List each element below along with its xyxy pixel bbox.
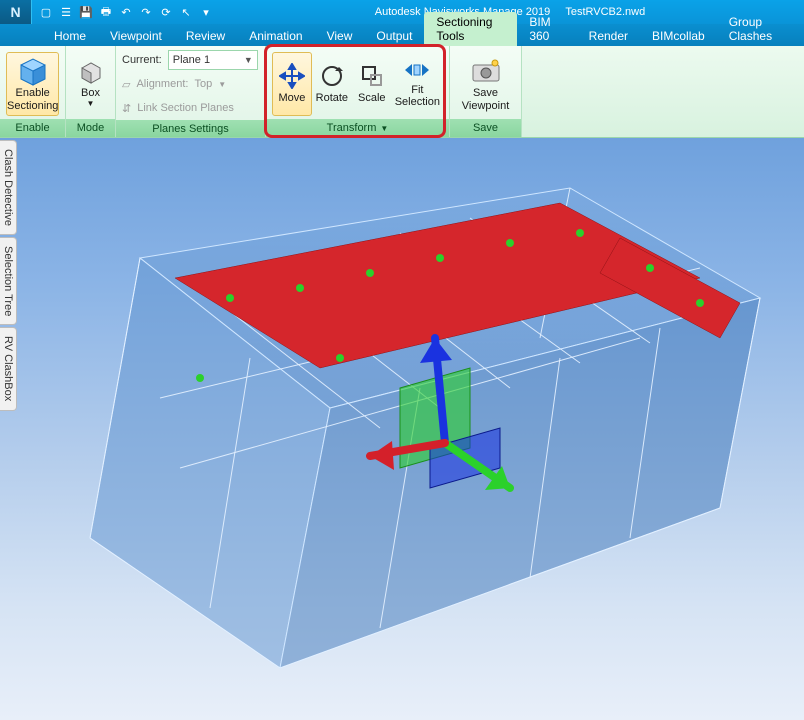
tab-bimcollab[interactable]: BIMcollab: [640, 26, 717, 46]
move-icon: [279, 63, 305, 92]
tab-home[interactable]: Home: [42, 26, 98, 46]
alignment-label: Alignment:: [136, 78, 188, 90]
link-icon: ⇵: [122, 102, 131, 115]
scale-label: Scale: [358, 92, 386, 104]
current-plane-dropdown[interactable]: Plane 1 ▼: [168, 50, 258, 70]
move-button[interactable]: Move: [272, 52, 312, 116]
document-name: TestRVCB2.nwd: [565, 6, 645, 18]
fit-selection-icon: [403, 59, 431, 84]
model-render: [0, 138, 804, 720]
enable-sectioning-label: Enable Sectioning: [7, 87, 58, 111]
tab-viewpoint[interactable]: Viewpoint: [98, 26, 174, 46]
qat-new-icon[interactable]: ▢: [36, 2, 56, 22]
rotate-button[interactable]: Rotate: [312, 52, 352, 116]
qat-open-icon[interactable]: ☰: [56, 2, 76, 22]
fit-selection-label: Fit Selection: [395, 84, 440, 108]
box-mode-button[interactable]: Box ▼: [72, 52, 109, 116]
qat-dropdown-icon[interactable]: ▾: [196, 2, 216, 22]
qat-select-icon[interactable]: ↖: [176, 2, 196, 22]
plane-icon: ▱: [122, 78, 130, 91]
panel-planes-title: Planes Settings: [116, 120, 265, 137]
fit-selection-button[interactable]: Fit Selection: [392, 52, 443, 116]
current-plane-label: Current:: [122, 54, 162, 66]
rotate-icon: [319, 63, 345, 92]
ribbon: Enable Sectioning Enable Box ▼ Mode Curr…: [0, 46, 804, 138]
qat-redo-icon[interactable]: ↷: [136, 2, 156, 22]
scale-button[interactable]: Scale: [352, 52, 392, 116]
title-bar: N ▢ ☰ 💾 🖶 ↶ ↷ ⟳ ↖ ▾ Autodesk Navisworks …: [0, 0, 804, 24]
panel-save-title: Save: [450, 119, 521, 137]
save-viewpoint-button[interactable]: Save Viewpoint: [456, 52, 515, 116]
chevron-down-icon: ▼: [87, 99, 95, 108]
quick-access-toolbar: ▢ ☰ 💾 🖶 ↶ ↷ ⟳ ↖ ▾: [36, 2, 216, 22]
rotate-label: Rotate: [316, 92, 348, 104]
move-label: Move: [279, 92, 306, 104]
sectioning-icon: [17, 55, 49, 87]
qat-refresh-icon[interactable]: ⟳: [156, 2, 176, 22]
tab-animation[interactable]: Animation: [237, 26, 314, 46]
link-planes-label: Link Section Planes: [137, 102, 234, 114]
box-icon: [79, 60, 103, 87]
panel-mode-title: Mode: [66, 119, 115, 137]
ribbon-tabs: Home Viewpoint Review Animation View Out…: [0, 24, 804, 46]
alignment-value: Top: [194, 78, 212, 90]
camera-icon: [470, 55, 502, 87]
chevron-down-icon: ▼: [244, 55, 253, 65]
tab-review[interactable]: Review: [174, 26, 237, 46]
panel-transform-title[interactable]: Transform ▼: [266, 119, 449, 137]
qat-save-icon[interactable]: 💾: [76, 2, 96, 22]
panel-enable-title: Enable: [0, 119, 65, 137]
chevron-down-icon: ▼: [218, 80, 226, 89]
panel-rv-clashbox[interactable]: RV ClashBox: [0, 327, 17, 410]
scale-icon: [359, 63, 385, 92]
box-label: Box: [81, 87, 100, 99]
tab-output[interactable]: Output: [364, 26, 424, 46]
tab-sectioning-tools[interactable]: Sectioning Tools: [424, 12, 517, 46]
enable-sectioning-button[interactable]: Enable Sectioning: [6, 52, 59, 116]
3d-viewport[interactable]: [0, 138, 804, 720]
qat-undo-icon[interactable]: ↶: [116, 2, 136, 22]
tab-group-clashes[interactable]: Group Clashes: [717, 12, 804, 46]
docked-panels: Clash Detective Selection Tree RV ClashB…: [0, 140, 17, 411]
qat-print-icon[interactable]: 🖶: [96, 2, 116, 22]
panel-clash-detective[interactable]: Clash Detective: [0, 140, 17, 235]
current-plane-value: Plane 1: [173, 54, 210, 66]
tab-view[interactable]: View: [315, 26, 365, 46]
save-viewpoint-label: Save Viewpoint: [462, 87, 510, 111]
chevron-down-icon: ▼: [380, 124, 388, 133]
app-menu-button[interactable]: N: [0, 0, 32, 24]
panel-selection-tree[interactable]: Selection Tree: [0, 237, 17, 325]
tab-render[interactable]: Render: [577, 26, 640, 46]
tab-bim360[interactable]: BIM 360: [517, 12, 576, 46]
